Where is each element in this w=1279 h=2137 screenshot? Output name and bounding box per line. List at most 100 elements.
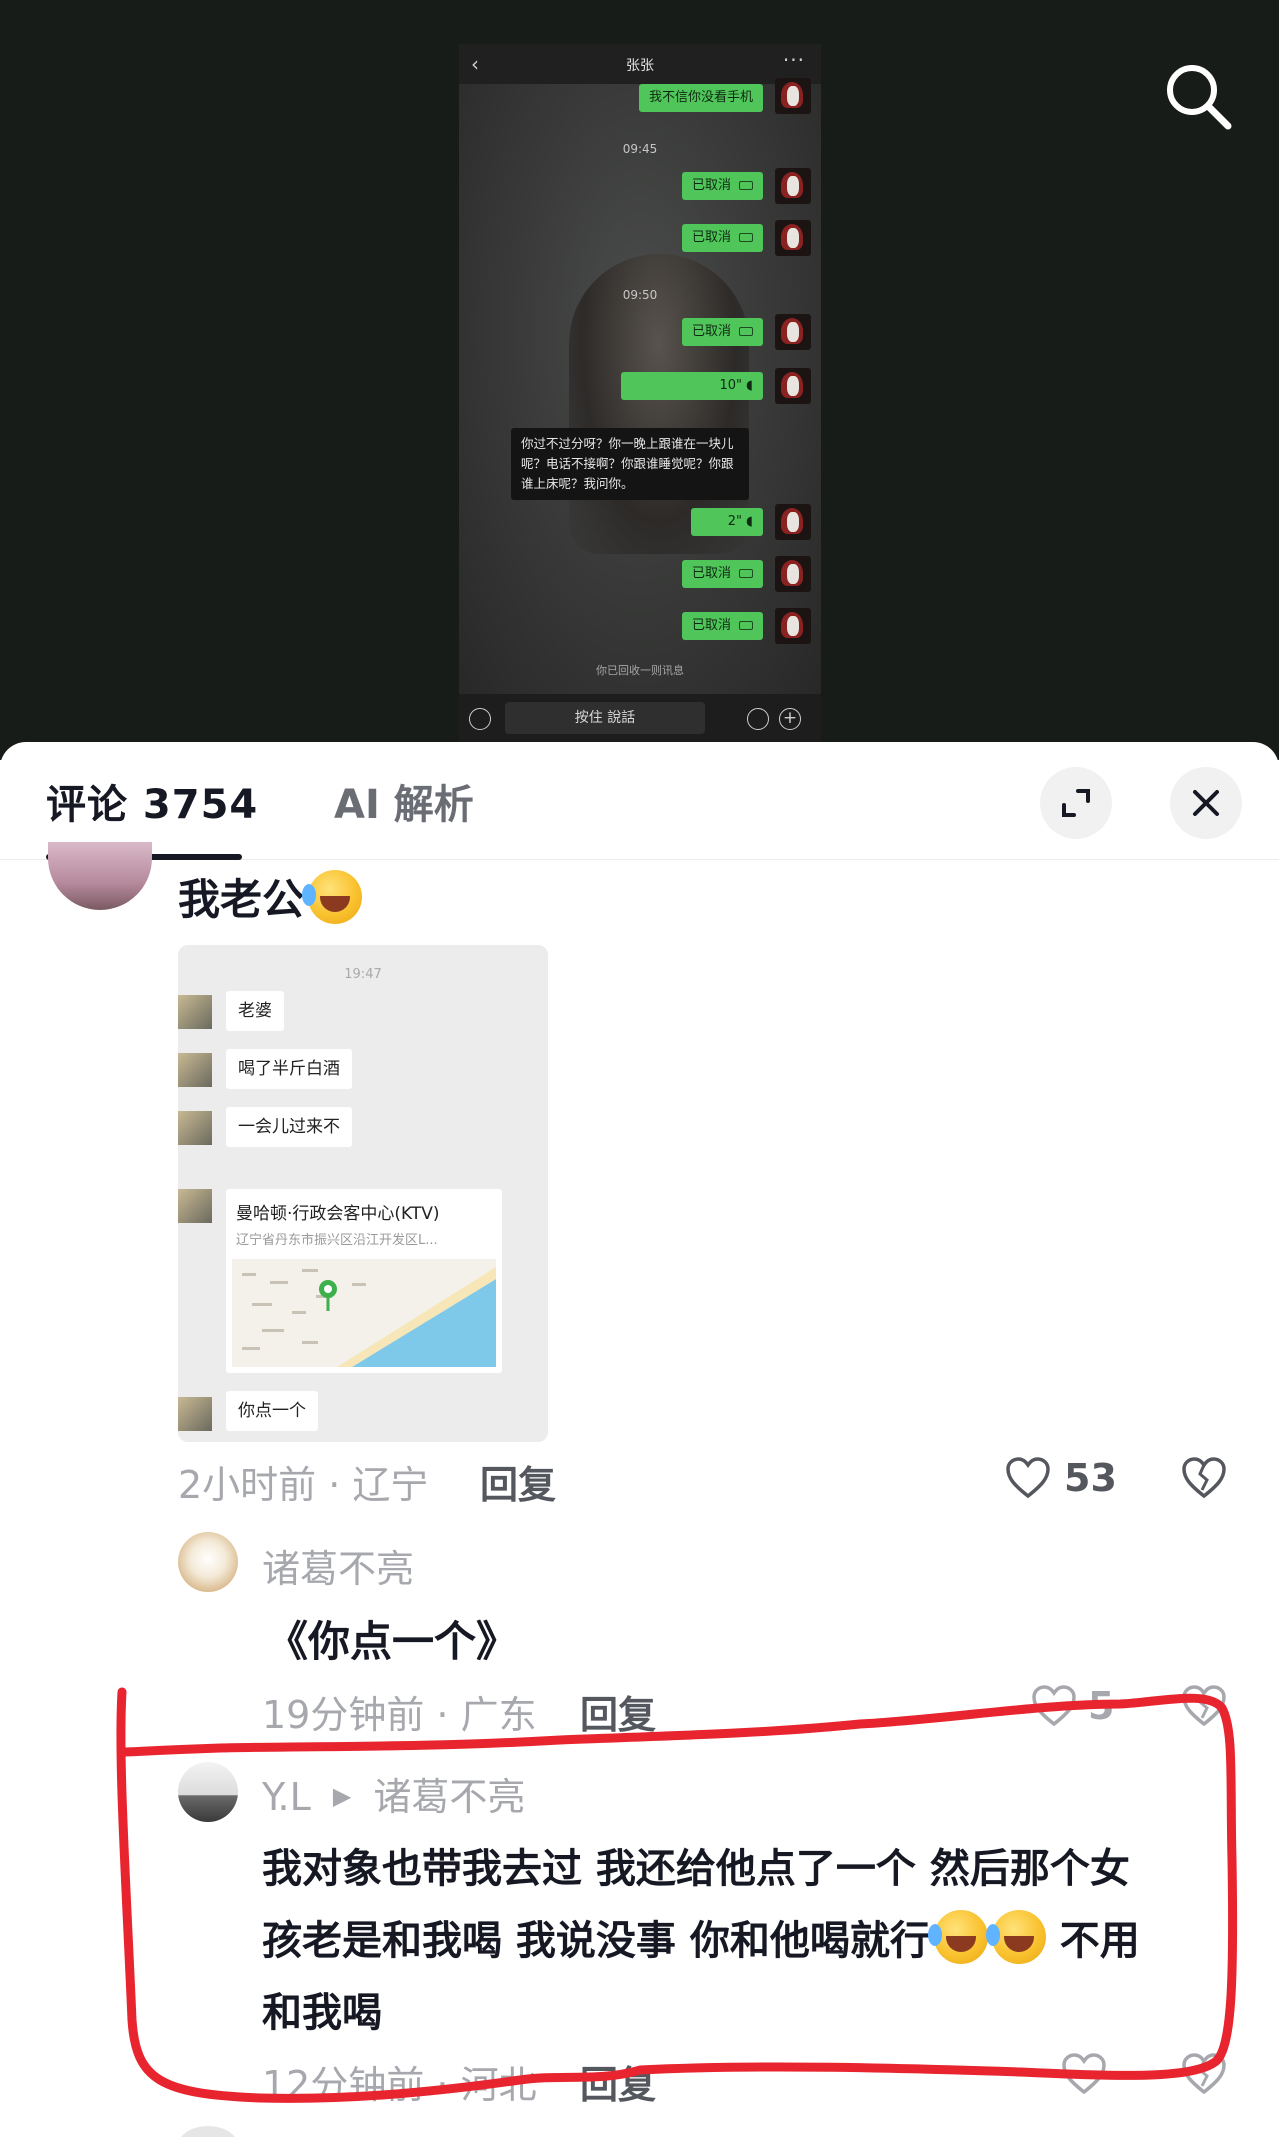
dislike-button[interactable] (1180, 1682, 1228, 1730)
video-player[interactable]: ‹ 张张 ··· 我不信你没看手机 09:45 已取消 已取消 09:50 已取… (0, 0, 1279, 760)
close-icon (1193, 790, 1219, 816)
comment-meta: 12分钟前 · 河北 (262, 2063, 537, 2107)
comment-meta: 2小时前 · 辽宁 (178, 1463, 429, 1507)
voice-transcript: 你过不过分呀？你一晚上跟谁在一块儿呢？电话不接啊？你跟谁睡觉呢？你跟谁上床呢？我… (511, 428, 749, 500)
comment-text-line: 我对象也带我去过 我还给他点了一个 然后那个女 (262, 1846, 1130, 1892)
location-card: 曼哈顿·行政会客中心(KTV) 辽宁省丹东市振兴区沿江开发区L... (226, 1189, 502, 1373)
comment-meta: 19分钟前 · 广东 (262, 1693, 537, 1737)
sender-avatar (775, 556, 811, 592)
recall-notice: 你已回收一则讯息 (596, 664, 684, 677)
voice-duration: 2" (727, 514, 743, 529)
location-title: 曼哈顿·行政会客中心(KTV) (236, 1204, 440, 1224)
image-sender-avatar (178, 1053, 212, 1087)
cancelled-call-bubble: 已取消 (681, 172, 763, 200)
laughing-crying-emoji-icon (302, 870, 363, 924)
like-button[interactable] (1030, 1682, 1078, 1730)
keyboard-icon (469, 708, 491, 730)
chat-bubble: 我不信你没看手机 (638, 84, 763, 112)
chat-bubble-text: 我不信你没看手机 (648, 90, 753, 105)
comment-text: 《你点一个》 (266, 1617, 519, 1666)
commenter-avatar[interactable] (48, 842, 152, 910)
cancelled-call-bubble: 已取消 (681, 224, 763, 252)
image-sender-avatar (178, 1111, 212, 1145)
sender-avatar (775, 168, 811, 204)
commenter-avatar[interactable] (178, 1532, 238, 1592)
chat-bubble-text: 已取消 (691, 178, 731, 193)
tab-comments[interactable]: 评论 3754 (46, 772, 258, 830)
video-call-icon (739, 181, 753, 190)
emoji-icon (747, 708, 769, 730)
cancelled-call-bubble: 已取消 (681, 318, 763, 346)
dislike-button[interactable] (1180, 2050, 1228, 2098)
commenter-username-text: Y.L (262, 1775, 311, 1819)
heart-icon (1032, 1685, 1076, 1727)
sender-avatar (775, 220, 811, 256)
chat-timestamp: 09:50 (622, 288, 658, 302)
comment-text: 我老公 (178, 866, 363, 927)
image-sender-avatar (178, 1397, 212, 1431)
image-sender-avatar (178, 1189, 212, 1223)
commenter-username[interactable]: Y.L ▶ 诸葛不亮 (262, 1766, 525, 1821)
like-count: 5 (1088, 1684, 1115, 1728)
chat-bubble-text: 已取消 (691, 618, 731, 633)
chat-bubble-text: 已取消 (691, 230, 731, 245)
chat-body: 我不信你没看手机 09:45 已取消 已取消 09:50 已取消 10" ◖ 你… (459, 78, 821, 694)
like-button[interactable] (1060, 2050, 1108, 2098)
expand-icon (1062, 789, 1090, 817)
cancelled-call-bubble: 已取消 (681, 560, 763, 588)
reply-target-username: 诸葛不亮 (373, 1775, 526, 1819)
more-icon: ··· (782, 48, 805, 72)
heart-icon (1062, 2053, 1106, 2095)
laughing-crying-emoji-icon (985, 1910, 1046, 1964)
reply-button[interactable]: 回复 (480, 1454, 556, 1509)
hold-to-talk-button: 按住 說話 (505, 702, 705, 734)
comment-text-segment: 孩老是和我喝 我说没事 你和他喝就行 (262, 1918, 930, 1964)
comment-image[interactable]: 19:47 老婆 喝了半斤白酒 一会儿过来不 曼哈顿·行政会客中心(KTV) 辽… (178, 945, 548, 1442)
chat-bubble-text: 已取消 (691, 566, 731, 581)
chat-title: 张张 (626, 58, 654, 74)
commenter-avatar[interactable] (178, 2126, 238, 2137)
chat-header: ‹ 张张 ··· (459, 44, 821, 84)
commenter-username[interactable]: 诸葛不亮 (262, 1538, 414, 1593)
video-call-icon (739, 327, 753, 336)
close-button[interactable] (1170, 767, 1242, 839)
image-bubble: 喝了半斤白酒 (226, 1049, 352, 1089)
comment-text-content: 我老公 (178, 875, 305, 924)
sender-avatar (775, 504, 811, 540)
dislike-button[interactable] (1180, 1454, 1228, 1502)
image-bubble: 你点一个 (226, 1391, 318, 1431)
reply-button[interactable]: 回复 (580, 1684, 656, 1739)
sender-avatar (775, 314, 811, 350)
play-arrow-icon: ▶ (332, 1782, 352, 1810)
image-timestamp: 19:47 (344, 967, 382, 982)
voice-message-bubble: 10" ◖ (621, 372, 763, 400)
sender-avatar (775, 78, 811, 114)
like-count: 53 (1064, 1456, 1117, 1500)
embedded-chat-screenshot: ‹ 张张 ··· 我不信你没看手机 09:45 已取消 已取消 09:50 已取… (459, 44, 821, 742)
chat-input-bar: 按住 說話 + (459, 694, 821, 742)
image-bubble: 老婆 (226, 991, 284, 1031)
location-address: 辽宁省丹东市振兴区沿江开发区L... (236, 1233, 438, 1248)
search-icon[interactable] (1160, 58, 1236, 134)
image-sender-avatar (178, 995, 212, 1029)
video-call-icon (739, 621, 753, 630)
comment-text-line: 和我喝 (262, 1990, 382, 2036)
comment-panel: 评论 3754 AI 解析 我老公 19:47 老婆 喝了半斤白酒 一会儿过来不 (0, 742, 1279, 2137)
comment-text-segment: 不用 (1059, 1918, 1140, 1964)
broken-heart-icon (1182, 1457, 1226, 1499)
chat-timestamp: 09:45 (622, 142, 658, 156)
comment-text-line: 孩老是和我喝 我说没事 你和他喝就行 不用 (262, 1908, 1140, 1966)
location-map (232, 1259, 496, 1367)
commenter-avatar[interactable] (178, 1762, 238, 1822)
expand-button[interactable] (1040, 767, 1112, 839)
heart-icon (1006, 1457, 1050, 1499)
broken-heart-icon (1182, 1685, 1226, 1727)
plus-icon: + (779, 708, 801, 730)
like-button[interactable] (1004, 1454, 1052, 1502)
chat-bubble-text: 已取消 (691, 324, 731, 339)
sender-avatar (775, 608, 811, 644)
sender-avatar (775, 368, 811, 404)
reply-button[interactable]: 回复 (580, 2054, 656, 2109)
tab-ai-analysis[interactable]: AI 解析 (334, 772, 474, 830)
laughing-crying-emoji-icon (927, 1910, 988, 1964)
